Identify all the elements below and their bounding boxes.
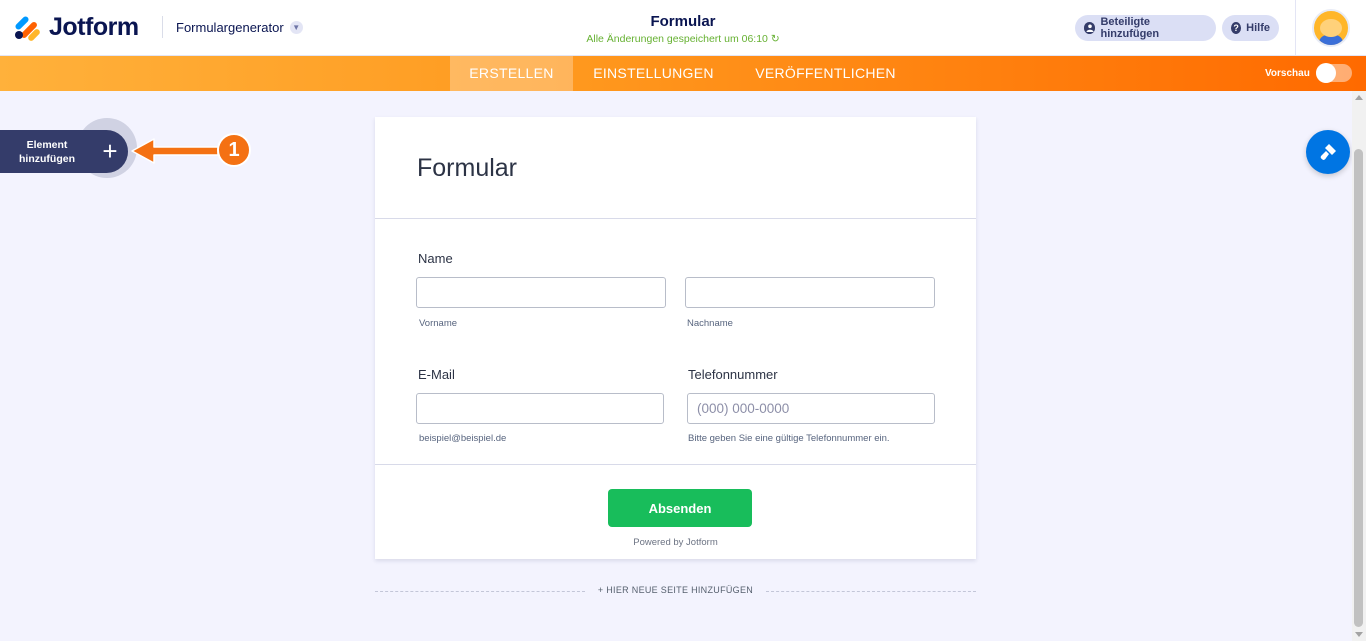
form-title[interactable]: Formular bbox=[483, 13, 883, 30]
add-page-button[interactable]: + HIER NEUE SEITE HINZUFÜGEN bbox=[375, 585, 976, 597]
help-button[interactable]: ? Hilfe bbox=[1222, 15, 1279, 41]
preview-label: Vorschau bbox=[1265, 68, 1310, 79]
avatar-area bbox=[1295, 0, 1366, 56]
form-title-block: Formular Alle Änderungen gespeichert um … bbox=[483, 13, 883, 45]
add-participants-label: Beteiligte hinzufügen bbox=[1100, 16, 1160, 40]
scroll-up-icon[interactable] bbox=[1355, 95, 1363, 100]
user-icon bbox=[1084, 22, 1096, 34]
avatar[interactable] bbox=[1312, 9, 1350, 47]
scrollbar[interactable] bbox=[1352, 91, 1366, 641]
top-bar: Jotform Formulargenerator ▼ Formular All… bbox=[0, 0, 1366, 56]
plus-icon[interactable]: + bbox=[90, 130, 130, 173]
first-name-sublabel: Vorname bbox=[419, 318, 458, 329]
tab-veroeffentlichen[interactable]: VERÖFFENTLICHEN bbox=[734, 56, 917, 91]
help-icon: ? bbox=[1231, 22, 1242, 34]
add-page-label: + HIER NEUE SEITE HINZUFÜGEN bbox=[597, 585, 754, 595]
email-sublabel: beispiel@beispiel.de bbox=[419, 433, 507, 444]
add-participants-button[interactable]: Beteiligte hinzufügen bbox=[1075, 15, 1216, 41]
phone-sublabel: Bitte geben Sie eine gültige Telefonnumm… bbox=[688, 433, 890, 444]
form-card: Formular Name Vorname Nachname E-Mail be… bbox=[375, 117, 976, 559]
add-element-label: Element hinzufügen bbox=[19, 139, 75, 165]
powered-by: Powered by Jotform bbox=[633, 537, 718, 548]
save-status: Alle Änderungen gespeichert um 06:10 ↻ bbox=[586, 33, 780, 45]
jotform-logo-icon bbox=[14, 14, 42, 42]
product-menu-label: Formulargenerator bbox=[176, 20, 284, 35]
phone-label: Telefonnummer bbox=[688, 367, 778, 382]
form-designer-button[interactable] bbox=[1306, 130, 1350, 174]
builder-nav: ERSTELLEN EINSTELLUNGEN VERÖFFENTLICHEN … bbox=[0, 56, 1366, 91]
last-name-input[interactable] bbox=[685, 277, 935, 308]
step-badge: 1 bbox=[217, 133, 251, 167]
name-label: Name bbox=[418, 251, 453, 266]
paint-roller-icon bbox=[1320, 144, 1336, 160]
tab-einstellungen[interactable]: EINSTELLUNGEN bbox=[573, 56, 734, 91]
email-input[interactable] bbox=[416, 393, 664, 424]
scrollbar-thumb[interactable] bbox=[1354, 149, 1363, 627]
first-name-input[interactable] bbox=[416, 277, 666, 308]
form-heading[interactable]: Formular bbox=[417, 154, 517, 183]
footer-divider bbox=[375, 464, 976, 465]
submit-button[interactable]: Absenden bbox=[608, 489, 752, 527]
arrow-left-icon bbox=[131, 138, 219, 164]
chevron-down-icon: ▼ bbox=[289, 21, 303, 34]
header-divider bbox=[375, 218, 976, 219]
email-label: E-Mail bbox=[418, 367, 455, 382]
preview-toggle[interactable] bbox=[1316, 63, 1352, 83]
scroll-down-icon[interactable] bbox=[1355, 632, 1363, 637]
tab-erstellen[interactable]: ERSTELLEN bbox=[450, 56, 573, 91]
help-label: Hilfe bbox=[1246, 22, 1270, 34]
last-name-sublabel: Nachname bbox=[687, 318, 733, 329]
toggle-knob bbox=[1316, 63, 1336, 83]
logo-text: Jotform bbox=[49, 13, 139, 41]
product-menu-button[interactable]: Formulargenerator ▼ bbox=[176, 20, 303, 35]
divider bbox=[162, 16, 163, 38]
phone-input[interactable] bbox=[687, 393, 935, 424]
jotform-logo[interactable]: Jotform bbox=[14, 13, 139, 42]
